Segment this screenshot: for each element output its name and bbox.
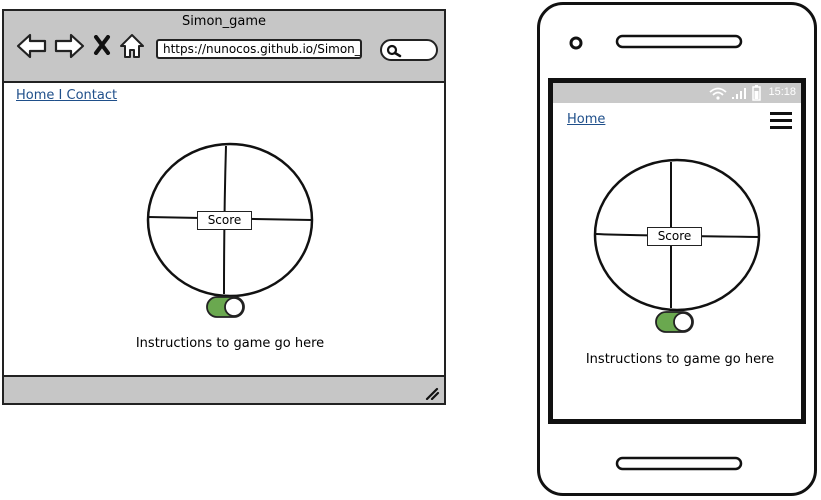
nav-contact-link[interactable]: Contact (67, 88, 118, 103)
mobile-score-display: Score (647, 227, 702, 246)
window-title: Simon_game (181, 14, 267, 29)
home-button-bar[interactable] (615, 455, 745, 473)
earpiece-speaker (615, 34, 743, 49)
battery-icon (752, 85, 761, 101)
home-icon[interactable] (119, 33, 145, 59)
desktop-nav-links: Home I Contact (16, 88, 117, 103)
search-icon (386, 44, 402, 58)
nav-home-link[interactable]: Home (16, 88, 54, 103)
mobile-nav-home-link[interactable]: Home (567, 112, 605, 127)
wifi-icon (709, 87, 727, 100)
forward-arrow-icon[interactable] (53, 33, 85, 59)
back-arrow-icon[interactable] (16, 33, 48, 59)
search-box[interactable] (380, 39, 438, 61)
desktop-score-display: Score (197, 211, 252, 230)
front-camera-icon (569, 36, 583, 50)
mobile-instructions: Instructions to game go here (585, 352, 775, 367)
desktop-start-toggle[interactable] (206, 295, 246, 319)
mobile-status-bar: 15:18 (553, 83, 801, 103)
close-icon[interactable] (93, 35, 111, 55)
status-time: 15:18 (768, 86, 796, 98)
mobile-start-toggle[interactable] (655, 310, 695, 334)
nav-separator: I (54, 88, 67, 103)
resize-grip-icon[interactable] (424, 386, 440, 400)
browser-toolbar: Simon_game https://nunocos.github.io/Sim… (4, 11, 444, 83)
signal-icon (732, 88, 746, 99)
browser-status-bar (4, 375, 444, 403)
url-bar[interactable]: https://nunocos.github.io/Simon_ (156, 39, 362, 59)
hamburger-menu-icon[interactable] (769, 111, 793, 131)
desktop-instructions: Instructions to game go here (135, 336, 325, 351)
